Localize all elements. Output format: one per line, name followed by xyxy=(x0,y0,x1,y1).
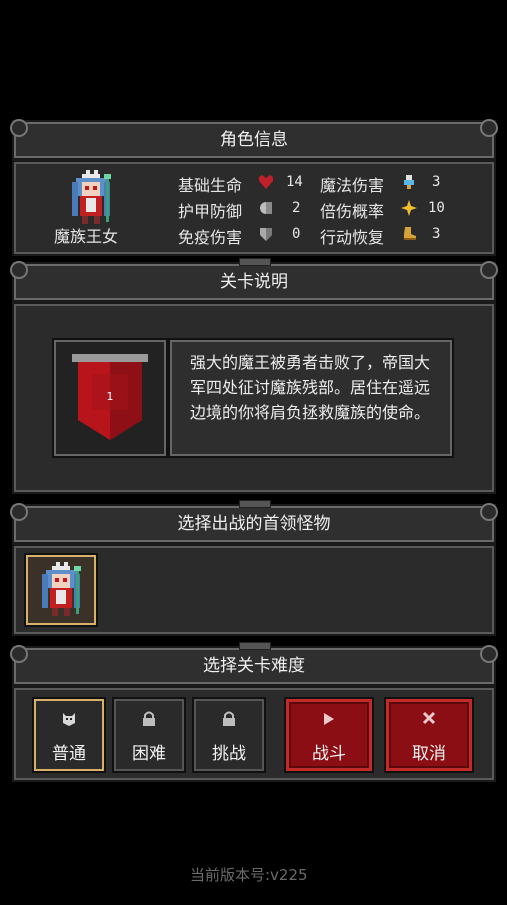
cat-face-icon xyxy=(34,711,104,731)
difficulty-title: 选择关卡难度 xyxy=(203,656,305,676)
character-info-title: 角色信息 xyxy=(220,130,288,150)
stat-crit-chance-value: 10 xyxy=(428,200,445,216)
boot-icon xyxy=(404,227,416,240)
fight-button[interactable]: 战斗 xyxy=(284,697,374,773)
difficulty-normal-label: 普通 xyxy=(52,744,86,764)
boss-select-panel xyxy=(12,544,496,636)
difficulty-header: 选择关卡难度 xyxy=(10,642,498,686)
shield-icon xyxy=(260,228,272,241)
description-box: 强大的魔王被勇者击败了，帝国大军四处征讨魔族残部。居住在遥远边境的你将肩负拯救魔… xyxy=(168,338,454,458)
ornament-right-icon xyxy=(480,503,498,521)
banner-frame: 1 xyxy=(52,338,168,458)
level-description: 强大的魔王被勇者击败了，帝国大军四处征讨魔族残部。居住在遥远边境的你将肩负拯救魔… xyxy=(190,353,431,422)
stat-magic-damage-value: 3 xyxy=(432,174,441,190)
stat-crit-chance-label: 倍伤概率 xyxy=(320,202,385,221)
difficulty-normal-button[interactable]: 普通 xyxy=(32,697,106,773)
difficulty-hard-button[interactable]: 困难 xyxy=(112,697,186,773)
demon-princess-sprite-icon xyxy=(72,170,111,224)
lock-icon xyxy=(194,711,264,731)
character-info-header: 角色信息 xyxy=(10,119,498,160)
stat-base-hp-value: 14 xyxy=(286,174,303,190)
ornament-left-icon xyxy=(10,645,28,663)
cancel-label: 取消 xyxy=(412,744,446,764)
lock-icon xyxy=(114,711,184,731)
potion-icon xyxy=(404,175,414,189)
close-icon xyxy=(386,711,472,731)
boss-slot-demon-princess[interactable] xyxy=(24,553,98,627)
stat-base-hp-label: 基础生命 xyxy=(178,176,243,195)
ornament-left-icon xyxy=(10,119,28,137)
boss-select-header: 选择出战的首领怪物 xyxy=(10,500,498,544)
stat-armor-value: 2 xyxy=(292,200,301,216)
demon-princess-sprite-icon xyxy=(42,562,81,616)
stat-action-recovery-value: 3 xyxy=(432,226,441,242)
fight-label: 战斗 xyxy=(312,744,346,764)
version-label: 当前版本号:v225 xyxy=(190,866,308,884)
star-burst-icon xyxy=(401,200,417,216)
stat-immune-label: 免疫伤害 xyxy=(178,228,243,247)
stat-action-recovery-label: 行动恢复 xyxy=(320,228,385,247)
play-icon xyxy=(286,711,372,731)
character-name: 魔族王女 xyxy=(54,227,119,246)
level-info-title: 关卡说明 xyxy=(220,272,288,292)
stat-immune-value: 0 xyxy=(292,226,301,242)
level-info-header: 关卡说明 xyxy=(10,258,498,302)
ornament-right-icon xyxy=(480,119,498,137)
stat-armor-label: 护甲防御 xyxy=(178,202,243,221)
ornament-left-icon xyxy=(10,503,28,521)
heart-icon xyxy=(259,175,273,189)
ornament-right-icon xyxy=(480,645,498,663)
cancel-button[interactable]: 取消 xyxy=(384,697,474,773)
boss-select-title: 选择出战的首领怪物 xyxy=(177,514,331,534)
header-clip-icon xyxy=(239,258,271,266)
header-clip-icon xyxy=(239,500,271,508)
ornament-right-icon xyxy=(480,261,498,279)
banner-number: 1 xyxy=(106,390,114,403)
character-info-panel: 魔族王女 基础生命 14 护甲防御 2 免疫伤害 0 魔法伤害 3 倍伤概率 1… xyxy=(12,160,496,256)
difficulty-challenge-button[interactable]: 挑战 xyxy=(192,697,266,773)
shield-round-icon xyxy=(260,202,272,214)
stat-magic-damage-label: 魔法伤害 xyxy=(320,176,385,195)
difficulty-hard-label: 困难 xyxy=(132,744,166,764)
level-info-panel: 1 强大的魔王被勇者击败了，帝国大军四处征讨魔族残部。居住在遥远边境的你将肩负拯… xyxy=(12,302,496,494)
ornament-left-icon xyxy=(10,261,28,279)
difficulty-challenge-label: 挑战 xyxy=(212,744,246,764)
header-clip-icon xyxy=(239,642,271,650)
